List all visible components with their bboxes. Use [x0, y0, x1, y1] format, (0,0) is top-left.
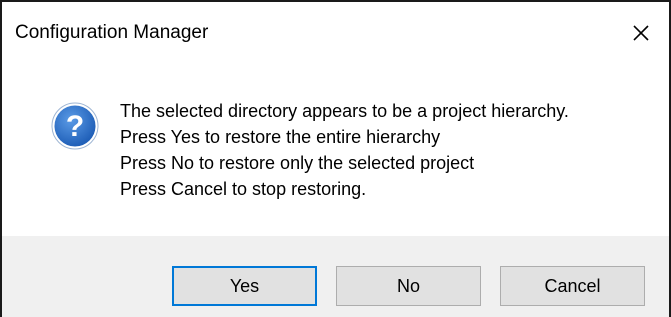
- svg-text:?: ?: [66, 110, 84, 143]
- question-icon: ?: [51, 102, 99, 150]
- window-title: Configuration Manager: [15, 22, 209, 43]
- message-line: Press No to restore only the selected pr…: [120, 153, 475, 173]
- message-line: The selected directory appears to be a p…: [120, 101, 569, 121]
- dialog-content: ? The selected directory appears to be a…: [2, 64, 669, 236]
- yes-button[interactable]: Yes: [172, 266, 317, 306]
- no-button[interactable]: No: [336, 266, 481, 306]
- button-bar: Yes No Cancel: [2, 236, 669, 317]
- message-text: The selected directory appears to be a p…: [120, 98, 569, 202]
- message-line: Press Cancel to stop restoring.: [120, 179, 367, 199]
- message-line: Press Yes to restore the entire hierarch…: [120, 127, 441, 147]
- cancel-button[interactable]: Cancel: [500, 266, 645, 306]
- dialog-window: Configuration Manager ? The selected dir…: [0, 0, 671, 317]
- close-icon: [633, 25, 649, 41]
- title-bar[interactable]: Configuration Manager: [2, 2, 669, 64]
- close-button[interactable]: [621, 14, 661, 52]
